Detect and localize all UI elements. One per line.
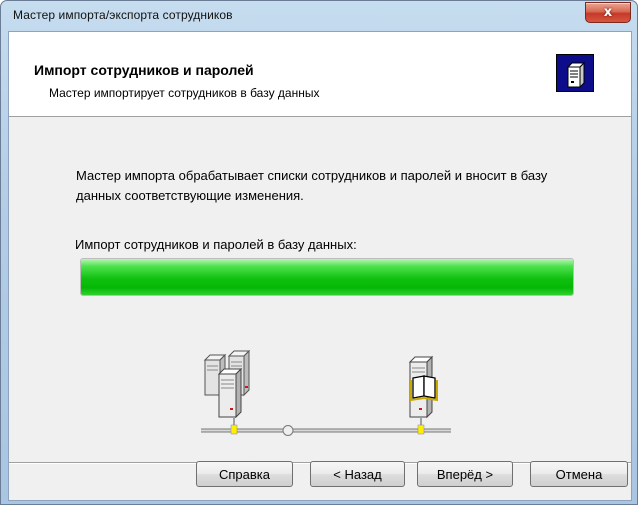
network-diagram — [201, 350, 451, 436]
page-subtitle: Мастер импортирует сотрудников в базу да… — [49, 86, 320, 100]
close-button[interactable]: x — [585, 2, 631, 23]
cancel-button[interactable]: Отмена — [530, 461, 628, 487]
wizard-client-area: Импорт сотрудников и паролей Мастер импо… — [8, 31, 632, 501]
description-text: Мастер импорта обрабатывает списки сотру… — [76, 168, 548, 203]
wizard-header: Импорт сотрудников и паролей Мастер импо… — [9, 32, 631, 117]
close-icon: x — [603, 5, 613, 20]
wizard-window: Мастер импорта/экспорта сотрудников x Им… — [0, 0, 638, 505]
progress-bar — [80, 258, 574, 296]
database-server-icon — [408, 355, 438, 419]
help-button[interactable]: Справка — [196, 461, 293, 487]
progress-label: Импорт сотрудников и паролей в базу данн… — [75, 237, 357, 252]
back-button[interactable]: < Назад — [310, 461, 405, 487]
window-title: Мастер импорта/экспорта сотрудников — [13, 8, 233, 22]
server-cluster-icon — [203, 350, 251, 419]
progress-fill — [81, 259, 573, 295]
page-title: Импорт сотрудников и паролей — [34, 62, 254, 78]
server-icon — [556, 54, 594, 92]
network-line — [201, 418, 451, 436]
title-bar[interactable]: Мастер импорта/экспорта сотрудников x — [1, 1, 637, 31]
next-button[interactable]: Вперёд > — [417, 461, 513, 487]
